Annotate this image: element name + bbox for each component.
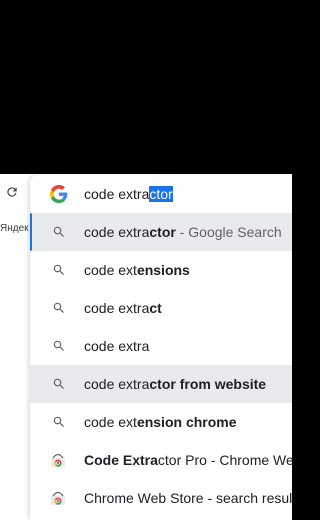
suggestion-rest: Chrome Web Store - search results [84, 490, 292, 506]
suggestion-prefix: code extra [84, 224, 150, 240]
suggestion-match: ensions [136, 262, 190, 278]
video-black-area [0, 0, 292, 174]
suggestion-match: ctor [149, 224, 176, 240]
suggestion-item[interactable]: code extractor - Google Search [30, 213, 292, 251]
suggestion-item-extension[interactable]: Code Extractor Pro - Chrome Web [30, 441, 292, 479]
reload-icon[interactable] [4, 184, 20, 200]
chrome-web-store-icon [50, 490, 66, 506]
search-icon [52, 415, 66, 429]
suggestion-rest: ctor Pro - Chrome Web [157, 452, 292, 468]
suggestion-prefix: code ext [84, 262, 137, 278]
suggestion-prefix: code ext [84, 414, 137, 430]
suggestion-match: ension chrome [136, 414, 237, 430]
suggestion-match: Code Extra [84, 452, 158, 468]
suggestion-text: code extensions [84, 261, 190, 279]
suggestion-text: Chrome Web Store - search results [84, 489, 292, 507]
suggestion-match: ctor from website [149, 376, 267, 392]
suggestion-prefix: code extra [84, 338, 150, 354]
omnibox-autocomplete-selection: ctor [149, 186, 173, 202]
suggestion-text: code extract [84, 299, 162, 317]
chrome-web-store-icon [50, 452, 66, 468]
suggestion-text: code extractor from website [84, 375, 266, 393]
suggestion-item[interactable]: code extractor from website [30, 365, 292, 403]
search-icon [52, 301, 66, 315]
suggestion-item[interactable]: code extension chrome [30, 403, 292, 441]
google-g-icon [50, 185, 68, 203]
suggestion-text: code extension chrome [84, 413, 237, 431]
active-indicator [30, 213, 32, 251]
suggestion-prefix: code extra [84, 300, 150, 316]
omnibox-dropdown: code extractor code extractor - Google S… [30, 175, 292, 520]
page-tab-text: Яндек [0, 222, 29, 234]
suggestion-item-store-search[interactable]: Chrome Web Store - search results [30, 479, 292, 517]
omnibox-text[interactable]: code extractor [84, 185, 173, 203]
page-tab-label[interactable]: Яндек [0, 218, 34, 238]
search-icon [52, 225, 66, 239]
suggestion-prefix: code extra [84, 376, 150, 392]
search-icon [52, 339, 66, 353]
suggestion-text: Code Extractor Pro - Chrome Web [84, 451, 292, 469]
suggestion-suffix: - Google Search [175, 224, 282, 240]
suggestion-match: ct [149, 300, 162, 316]
suggestion-text: code extractor - Google Search [84, 223, 282, 241]
search-icon [52, 377, 66, 391]
omnibox-typed-text: code extra [84, 186, 150, 202]
search-icon [52, 263, 66, 277]
suggestion-item[interactable]: code extra [30, 327, 292, 365]
suggestion-item[interactable]: code extensions [30, 251, 292, 289]
suggestion-text: code extra [84, 337, 149, 355]
omnibox-input[interactable]: code extractor [30, 175, 292, 213]
suggestion-item[interactable]: code extract [30, 289, 292, 327]
